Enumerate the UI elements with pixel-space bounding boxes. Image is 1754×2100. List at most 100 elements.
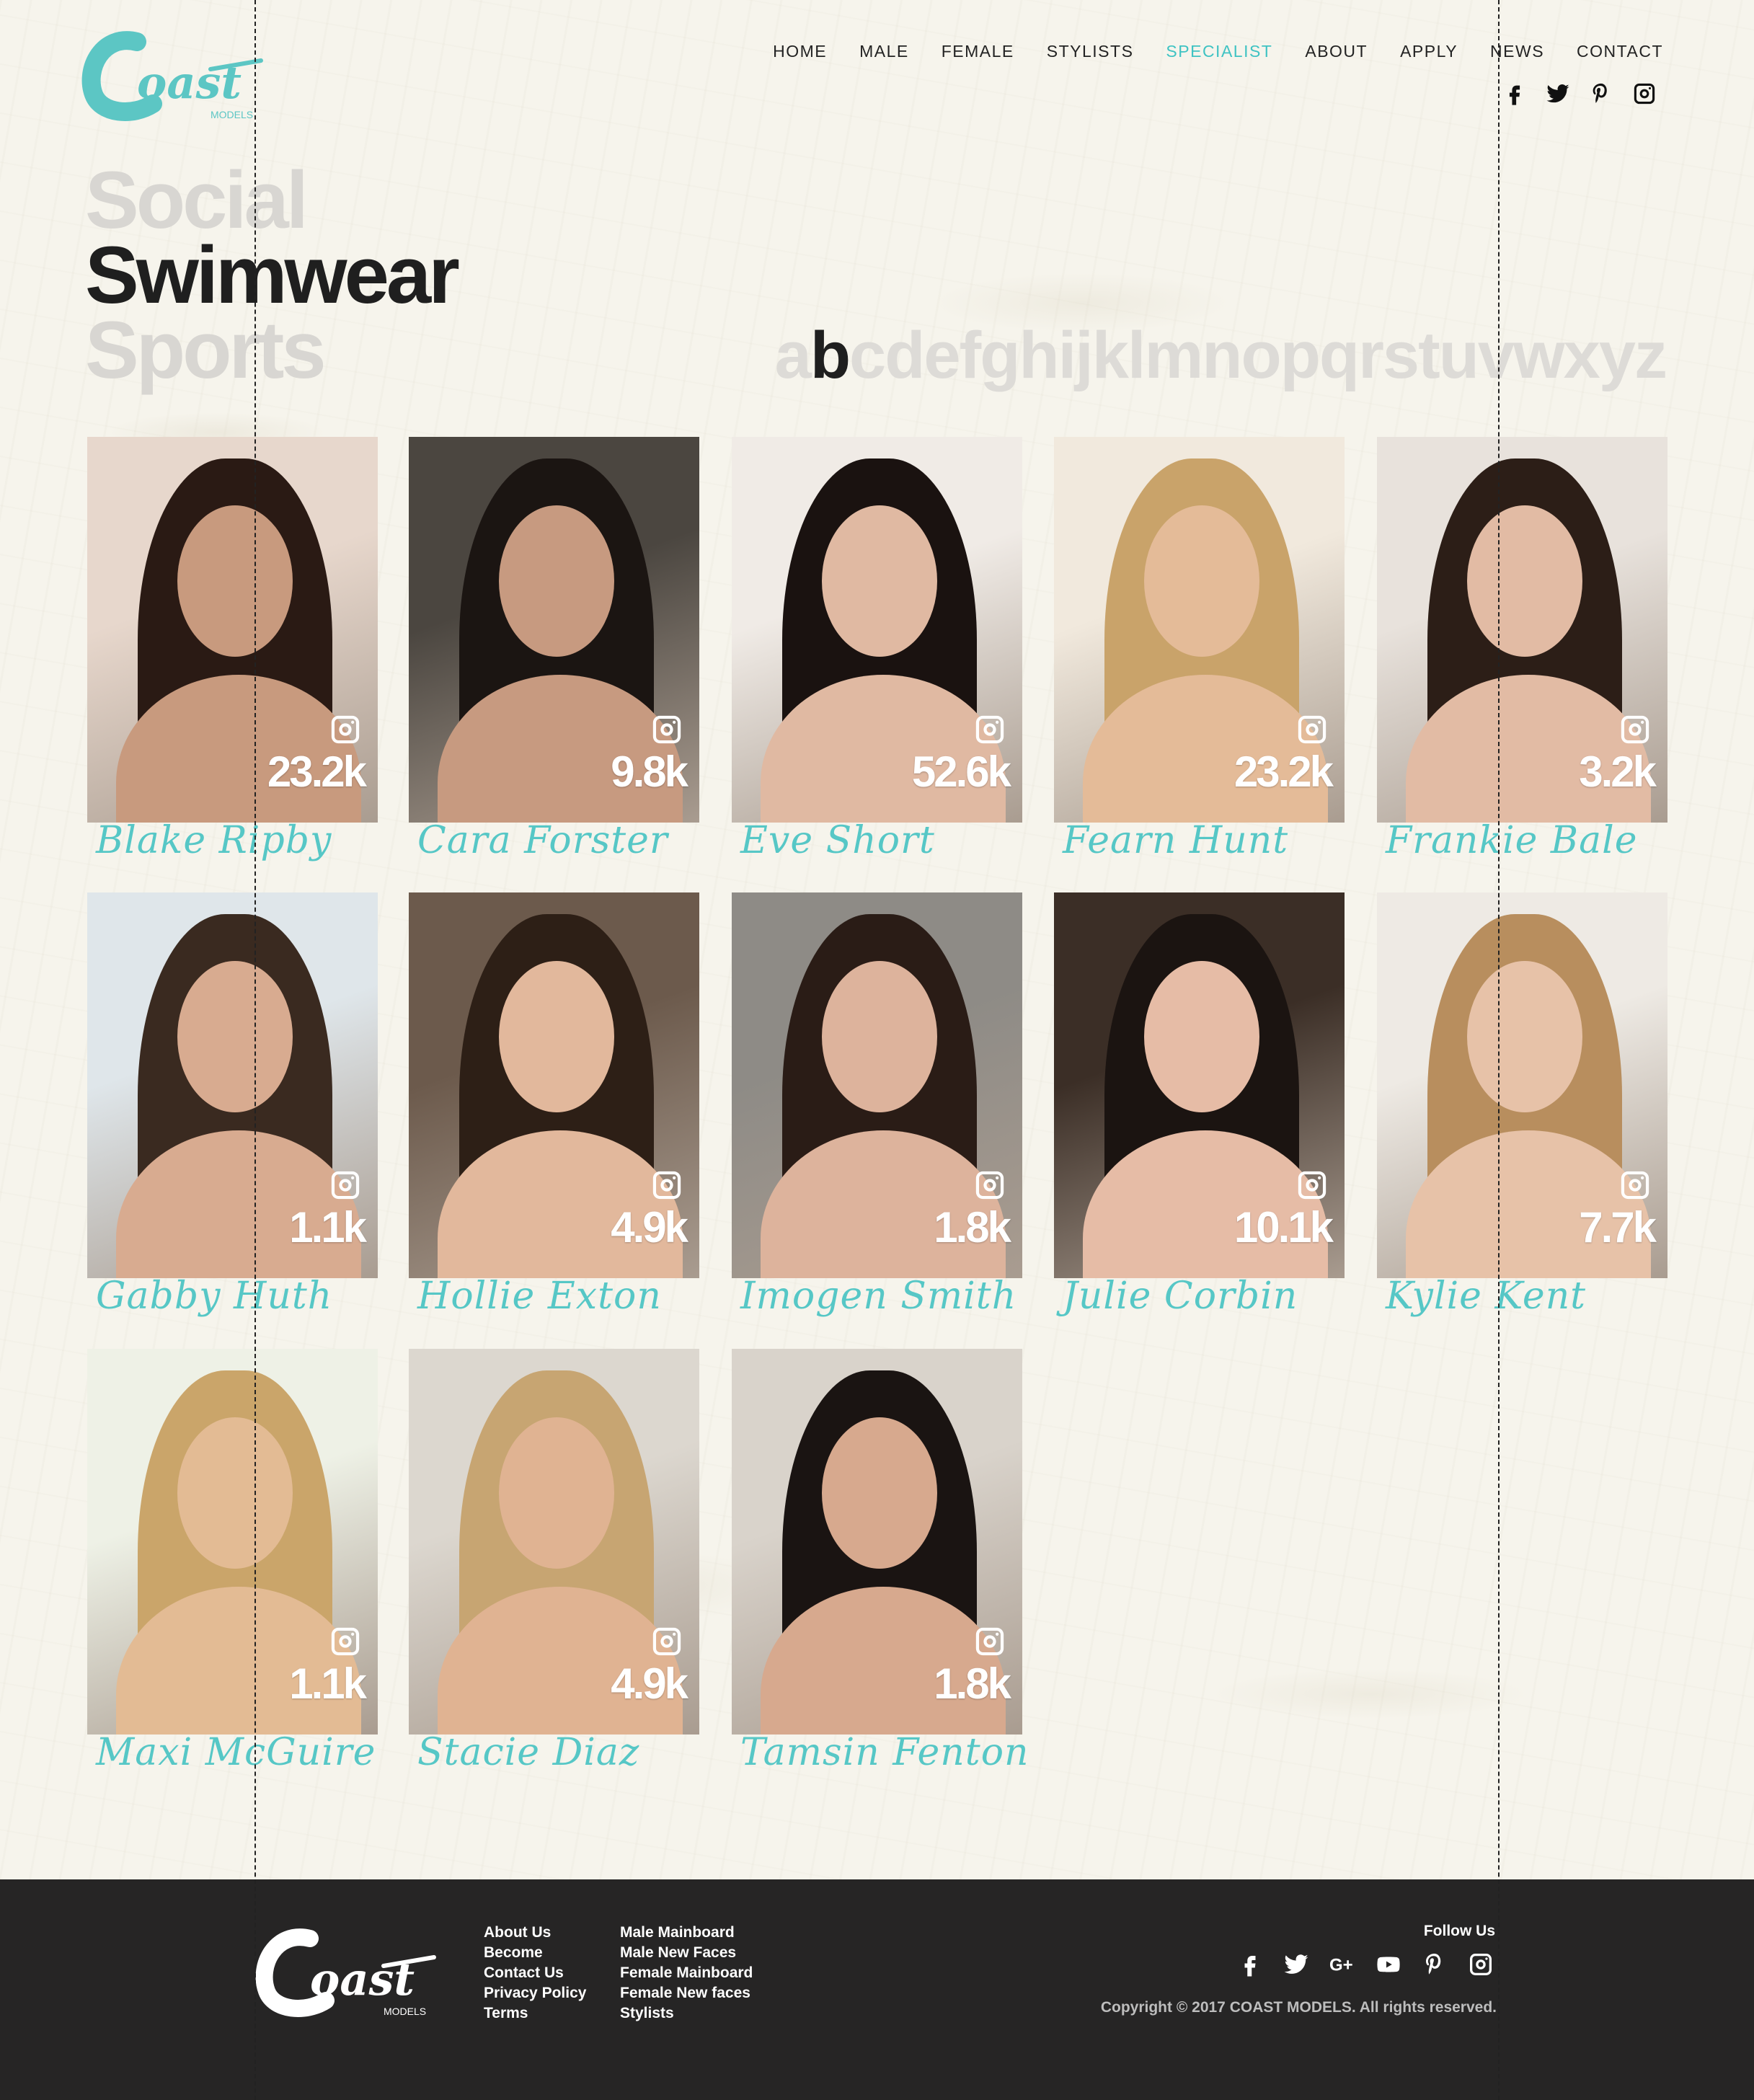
google-plus-icon[interactable]: G+	[1328, 1950, 1357, 1979]
model-name[interactable]: Hollie Exton	[417, 1275, 662, 1318]
letter-g[interactable]: g	[980, 316, 1020, 395]
model-name[interactable]: Eve Short	[740, 819, 935, 862]
model-name[interactable]: Kylie Kent	[1386, 1275, 1586, 1318]
model-card[interactable]: 52.6k Eve Short	[732, 437, 1022, 884]
category-social[interactable]: Social	[85, 160, 457, 241]
model-photo[interactable]: 1.8k	[732, 1349, 1022, 1735]
letter-x[interactable]: x	[1564, 316, 1600, 395]
instagram-icon[interactable]	[1631, 81, 1657, 107]
nav-female[interactable]: FEMALE	[942, 42, 1014, 61]
model-photo[interactable]: 9.8k	[409, 437, 699, 823]
footer-link-stylists[interactable]: Stylists	[620, 2003, 753, 2024]
letter-n[interactable]: n	[1202, 316, 1242, 395]
letter-b[interactable]: b	[810, 316, 851, 395]
letter-d[interactable]: d	[885, 316, 925, 395]
nav-contact[interactable]: CONTACT	[1577, 42, 1663, 61]
model-name[interactable]: Frankie Bale	[1386, 819, 1638, 862]
letter-l[interactable]: l	[1128, 316, 1146, 395]
letter-s[interactable]: s	[1383, 316, 1419, 395]
model-photo[interactable]: 3.2k	[1377, 437, 1667, 823]
model-photo[interactable]: 23.2k	[87, 437, 378, 823]
category-swimwear[interactable]: Swimwear	[85, 235, 460, 316]
model-card[interactable]: 23.2k Blake Ripby	[87, 437, 378, 884]
model-photo[interactable]: 10.1k	[1054, 892, 1345, 1278]
footer-link-become[interactable]: Become	[484, 1943, 586, 1963]
letter-i[interactable]: i	[1058, 316, 1077, 395]
model-photo[interactable]: 4.9k	[409, 1349, 699, 1735]
instagram-icon[interactable]	[1466, 1950, 1495, 1979]
follower-count: 1.8k	[934, 1660, 1011, 1708]
model-name[interactable]: Maxi McGuire	[96, 1731, 376, 1774]
brand-logo[interactable]: oast MODELS	[81, 26, 268, 127]
model-photo[interactable]: 1.8k	[732, 892, 1022, 1278]
model-photo[interactable]: 1.1k	[87, 892, 378, 1278]
model-photo[interactable]: 4.9k	[409, 892, 699, 1278]
letter-f[interactable]: f	[960, 316, 982, 395]
letter-h[interactable]: h	[1019, 316, 1059, 395]
model-card[interactable]: 1.8k Tamsin Fenton	[732, 1349, 1029, 1796]
pinterest-icon[interactable]	[1588, 81, 1614, 107]
nav-stylists[interactable]: STYLISTS	[1047, 42, 1134, 61]
model-card[interactable]: 10.1k Julie Corbin	[1054, 892, 1345, 1339]
letter-q[interactable]: q	[1319, 316, 1360, 395]
model-name[interactable]: Gabby Huth	[96, 1275, 332, 1318]
model-name[interactable]: Julie Corbin	[1063, 1275, 1298, 1318]
model-name[interactable]: Cara Forster	[417, 819, 668, 862]
footer-link-female-mainboard[interactable]: Female Mainboard	[620, 1963, 753, 1983]
model-photo[interactable]: 23.2k	[1054, 437, 1345, 823]
footer-link-about-us[interactable]: About Us	[484, 1923, 586, 1943]
model-name[interactable]: Tamsin Fenton	[740, 1731, 1029, 1774]
model-photo[interactable]: 52.6k	[732, 437, 1022, 823]
model-name[interactable]: Fearn Hunt	[1063, 819, 1288, 862]
letter-c[interactable]: c	[849, 316, 886, 395]
youtube-icon[interactable]	[1374, 1950, 1403, 1979]
twitter-icon[interactable]	[1282, 1950, 1311, 1979]
nav-apply[interactable]: APPLY	[1400, 42, 1458, 61]
nav-home[interactable]: HOME	[773, 42, 827, 61]
model-photo[interactable]: 1.1k	[87, 1349, 378, 1735]
letter-u[interactable]: u	[1439, 316, 1479, 395]
facebook-icon[interactable]	[1502, 81, 1528, 107]
footer-links-col2: Male Mainboard Male New Faces Female Mainb…	[620, 1923, 753, 2024]
footer-link-contact-us[interactable]: Contact Us	[484, 1963, 586, 1983]
category-sports[interactable]: Sports	[85, 310, 457, 391]
facebook-icon[interactable]	[1236, 1950, 1264, 1979]
nav-specialist[interactable]: SPECIALIST	[1166, 42, 1272, 61]
letter-m[interactable]: m	[1144, 316, 1203, 395]
twitter-icon[interactable]	[1545, 81, 1571, 107]
nav-about[interactable]: ABOUT	[1305, 42, 1368, 61]
model-name[interactable]: Blake Ripby	[96, 819, 332, 862]
letter-e[interactable]: e	[923, 316, 960, 395]
model-card[interactable]: 3.2k Frankie Bale	[1377, 437, 1667, 884]
model-card[interactable]: 7.7k Kylie Kent	[1377, 892, 1667, 1339]
letter-o[interactable]: o	[1241, 316, 1281, 395]
footer-link-male-new-faces[interactable]: Male New Faces	[620, 1943, 753, 1963]
model-name[interactable]: Stacie Diaz	[417, 1731, 639, 1774]
letter-k[interactable]: k	[1092, 316, 1129, 395]
letter-v[interactable]: v	[1478, 316, 1515, 395]
letter-t[interactable]: t	[1418, 316, 1440, 395]
letter-p[interactable]: p	[1280, 316, 1321, 395]
letter-r[interactable]: r	[1358, 316, 1384, 395]
footer-link-male-mainboard[interactable]: Male Mainboard	[620, 1923, 753, 1943]
footer-logo[interactable]: oast MODELS	[254, 1923, 441, 2024]
model-card[interactable]: 1.1k Maxi McGuire	[87, 1349, 378, 1796]
model-card[interactable]: 4.9k Hollie Exton	[409, 892, 699, 1339]
model-card[interactable]: 4.9k Stacie Diaz	[409, 1349, 699, 1796]
model-card[interactable]: 23.2k Fearn Hunt	[1054, 437, 1345, 884]
pinterest-icon[interactable]	[1420, 1950, 1449, 1979]
footer-link-terms[interactable]: Terms	[484, 2003, 586, 2024]
footer-link-female-new-faces[interactable]: Female New faces	[620, 1983, 753, 2003]
letter-j[interactable]: j	[1075, 316, 1094, 395]
model-card[interactable]: 1.8k Imogen Smith	[732, 892, 1022, 1339]
footer-link-privacy-policy[interactable]: Privacy Policy	[484, 1983, 586, 2003]
model-card[interactable]: 1.1k Gabby Huth	[87, 892, 378, 1339]
letter-a[interactable]: a	[775, 316, 812, 395]
letter-z[interactable]: z	[1634, 316, 1667, 395]
nav-male[interactable]: MALE	[859, 42, 909, 61]
letter-w[interactable]: w	[1513, 316, 1565, 395]
model-card[interactable]: 9.8k Cara Forster	[409, 437, 699, 884]
letter-y[interactable]: y	[1599, 316, 1636, 395]
model-photo[interactable]: 7.7k	[1377, 892, 1667, 1278]
model-name[interactable]: Imogen Smith	[740, 1275, 1016, 1318]
